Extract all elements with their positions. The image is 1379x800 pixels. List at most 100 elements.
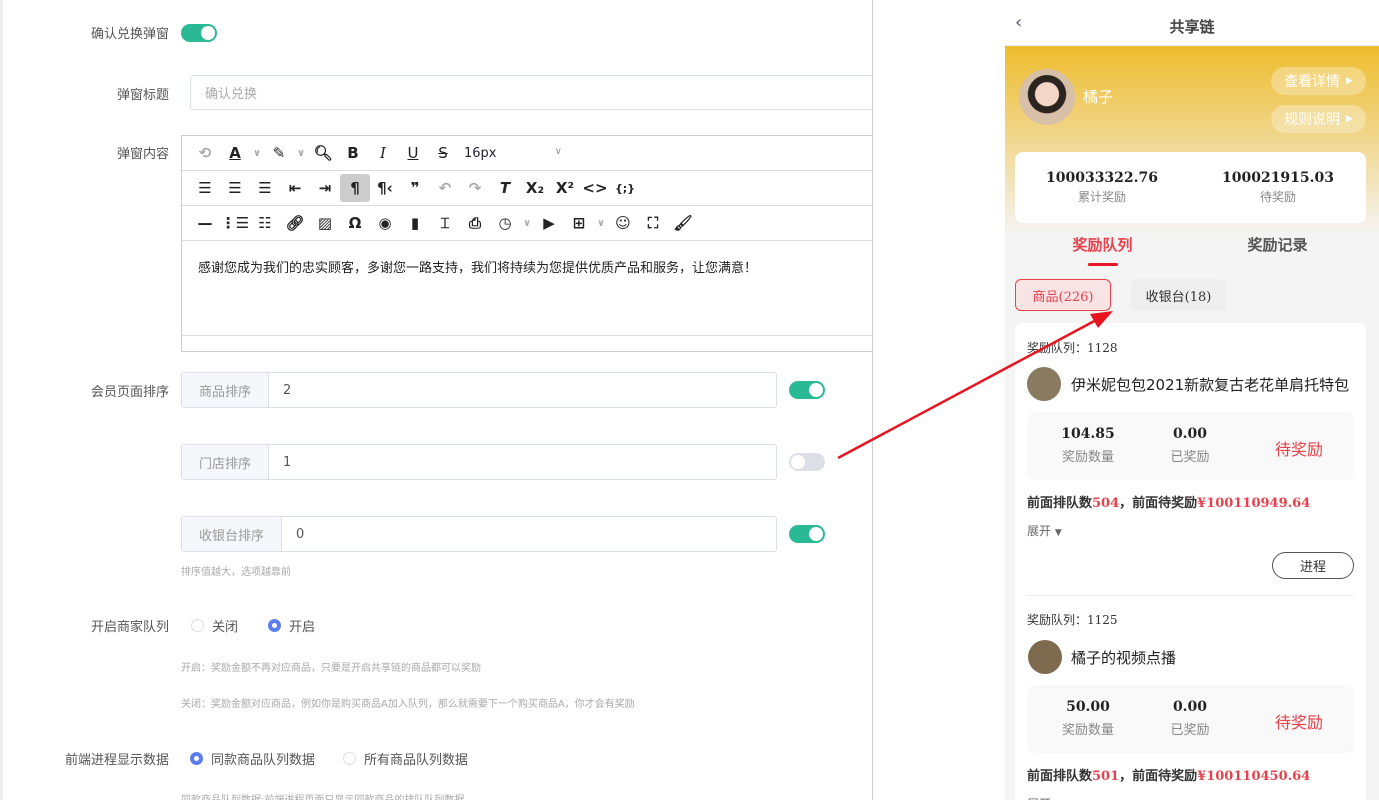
- chevron-down-icon[interactable]: ∨: [594, 209, 608, 237]
- search-icon[interactable]: 🔍︎: [308, 139, 338, 167]
- popup-title-input[interactable]: 确认兑换: [190, 75, 872, 110]
- reward-stats-box: 104.85 奖励数量 0.00 已奖励 待奖励: [1027, 412, 1354, 480]
- font-color-icon[interactable]: A: [220, 139, 250, 167]
- status-badge: 待奖励: [1275, 713, 1324, 732]
- product-sort-addon: 商品排序: [182, 373, 269, 407]
- product-name: 伊米妮包包2021新款复古老花单肩托特包: [1071, 376, 1350, 394]
- ltr-icon[interactable]: ¶: [340, 174, 370, 202]
- merchant-hint-off: 关闭：奖励金额对应商品，例如你是购买商品A加入队列，那么就需要下一个购买商品A，…: [181, 699, 635, 710]
- ahead-mid: ，前面待奖励: [1119, 769, 1198, 784]
- redo-icon[interactable]: ↷: [460, 174, 490, 202]
- merchant-hint-on: 开启：奖励金额不再对应商品，只要是开启共享链的商品都可以奖励: [181, 663, 481, 674]
- frontend-hint: 同款商品队列数据:前端进程页面只显示同款商品的排队队列数据: [181, 791, 464, 800]
- settings-form: 确认兑换弹窗 弹窗标题 确认兑换 弹窗内容 ⟲ A ∨ ✎ ∨ 🔍︎ B I U…: [0, 0, 873, 800]
- total-reward-value: 100033322.76: [1045, 170, 1159, 186]
- subscript-icon[interactable]: X₂: [520, 174, 550, 202]
- chevron-down-icon[interactable]: ∨: [294, 139, 308, 167]
- product-sort-value: 2: [283, 382, 292, 398]
- align-left-icon[interactable]: ☰: [190, 174, 220, 202]
- user-name: 橘子: [1083, 88, 1114, 106]
- store-sort-input[interactable]: 门店排序 1: [181, 444, 777, 480]
- align-right-icon[interactable]: ☰: [250, 174, 280, 202]
- mobile-header: ‹ 共享链: [1005, 0, 1379, 46]
- queue-ahead-info: 前面排队数501，前面待奖励¥100110450.64: [1027, 765, 1310, 784]
- table-icon[interactable]: ⊞: [564, 209, 594, 237]
- bold-icon[interactable]: B: [338, 139, 368, 167]
- code-icon[interactable]: <>: [580, 174, 610, 202]
- ahead-count: 501: [1092, 769, 1120, 784]
- expand-toggle[interactable]: 展开: [1027, 795, 1051, 800]
- merchant-queue-off-radio[interactable]: 关闭: [191, 616, 238, 635]
- preview-icon[interactable]: ◉: [370, 209, 400, 237]
- editor-content[interactable]: 感谢您成为我们的忠实顾客，多谢您一路支持，我们将持续为您提供优质产品和服务，让您…: [182, 241, 872, 336]
- merchant-queue-on-radio[interactable]: 开启: [268, 616, 315, 635]
- product-name: 橘子的视频点播: [1071, 649, 1177, 667]
- special-char-icon[interactable]: Ω: [340, 209, 370, 237]
- editor-toolbar-row-3: — ⋮☰ ☷ 🔗︎ ▨ Ω ◉ ▮ ⌶ ⎙ ◷ ∨ ▶ ⊞ ∨ ☺ ⛶ 🖌︎: [182, 206, 872, 241]
- reward-amount: 50.00: [1066, 699, 1110, 715]
- chevron-down-icon[interactable]: ∨: [520, 209, 534, 237]
- fullscreen-icon[interactable]: ⛶: [638, 209, 668, 237]
- queue-number: 奖励队列：1128: [1027, 339, 1118, 356]
- chevron-down-icon[interactable]: ∨: [250, 139, 264, 167]
- undo-icon[interactable]: ↶: [430, 174, 460, 202]
- reward-summary-card: 100033322.76 累计奖励 100021915.03 待奖励: [1015, 152, 1366, 223]
- reward-amount: 104.85: [1061, 426, 1115, 442]
- bookmark-icon[interactable]: ▮: [400, 209, 430, 237]
- cashier-sort-toggle[interactable]: [789, 525, 825, 543]
- product-thumbnail: [1028, 640, 1062, 674]
- clock-icon[interactable]: ◷: [490, 209, 520, 237]
- outdent-icon[interactable]: ⇤: [280, 174, 310, 202]
- indent-icon[interactable]: ⇥: [310, 174, 340, 202]
- view-details-button[interactable]: 查看详情 ▶: [1271, 67, 1366, 95]
- chip-products[interactable]: 商品(226): [1015, 279, 1111, 311]
- highlight-icon[interactable]: ✎: [264, 139, 294, 167]
- expand-label: 展开: [1027, 524, 1052, 538]
- rtl-icon[interactable]: ¶‹: [370, 174, 400, 202]
- page-break-icon[interactable]: ⌶: [430, 209, 460, 237]
- product-sort-input[interactable]: 商品排序 2: [181, 372, 777, 408]
- tab-reward-record[interactable]: 奖励记录: [1230, 234, 1325, 255]
- queue-label: 奖励队列：: [1027, 613, 1088, 627]
- same-product-radio[interactable]: 同款商品队列数据: [190, 749, 315, 768]
- clear-format-icon[interactable]: T: [490, 174, 520, 202]
- tab-reward-queue[interactable]: 奖励队列: [1055, 234, 1150, 255]
- history-icon[interactable]: ⟲: [190, 139, 220, 167]
- blockquote-icon[interactable]: ❞: [400, 174, 430, 202]
- progress-button[interactable]: 进程: [1272, 552, 1354, 579]
- rewarded-amount: 0.00: [1172, 426, 1208, 442]
- align-center-icon[interactable]: ☰: [220, 174, 250, 202]
- rules-button[interactable]: 规则说明 ▶: [1271, 105, 1366, 133]
- cashier-sort-input[interactable]: 收银台排序 0: [181, 516, 777, 552]
- caret-right-icon: ▶: [1346, 76, 1353, 86]
- product-sort-toggle[interactable]: [789, 381, 825, 399]
- code-block-icon[interactable]: {;}: [610, 174, 640, 202]
- print-icon[interactable]: ⎙: [460, 209, 490, 237]
- image-icon[interactable]: ▨: [310, 209, 340, 237]
- queue-no: 1128: [1087, 341, 1118, 355]
- horizontal-rule-icon[interactable]: —: [190, 209, 220, 237]
- member-sort-label: 会员页面排序: [90, 385, 169, 400]
- emoji-icon[interactable]: ☺: [608, 209, 638, 237]
- media-icon[interactable]: ▶: [534, 209, 564, 237]
- expand-toggle[interactable]: 展开 ▼: [1027, 522, 1062, 539]
- rewarded-label: 已奖励: [1170, 723, 1210, 738]
- confirm-popup-toggle[interactable]: [181, 24, 217, 42]
- queue-ahead-info: 前面排队数504，前面待奖励¥100110949.64: [1027, 492, 1310, 511]
- link-icon[interactable]: 🔗︎: [280, 209, 310, 237]
- font-size-value: 16px: [464, 145, 497, 161]
- underline-icon[interactable]: U: [398, 139, 428, 167]
- mobile-title: 共享链: [1169, 18, 1215, 36]
- italic-icon[interactable]: I: [368, 139, 398, 167]
- superscript-icon[interactable]: X²: [550, 174, 580, 202]
- all-product-radio[interactable]: 所有商品队列数据: [343, 749, 468, 768]
- ahead-prefix: 前面排队数: [1027, 496, 1093, 511]
- font-size-select[interactable]: 16px ∨: [458, 146, 568, 161]
- numbered-list-icon[interactable]: ☷: [250, 209, 280, 237]
- product-thumbnail: [1027, 367, 1061, 401]
- store-sort-toggle[interactable]: [789, 453, 825, 471]
- chip-cashier[interactable]: 收银台(18): [1131, 279, 1226, 311]
- format-painter-icon[interactable]: 🖌︎: [668, 209, 698, 237]
- strikethrough-icon[interactable]: S: [428, 139, 458, 167]
- bullet-list-icon[interactable]: ⋮☰: [220, 209, 250, 237]
